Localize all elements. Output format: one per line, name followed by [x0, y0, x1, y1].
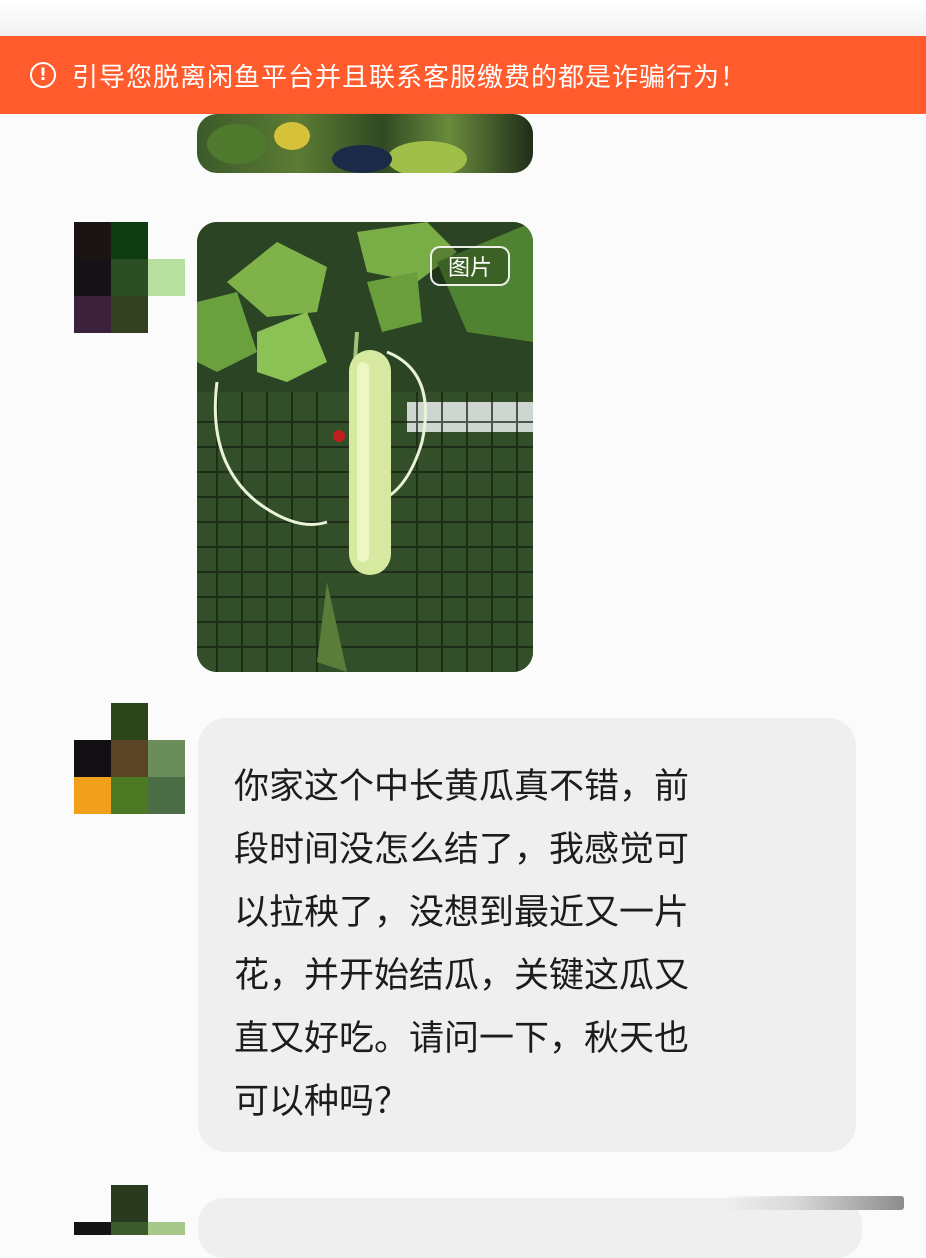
previous-image-message[interactable]	[197, 114, 533, 173]
fraud-warning-banner: ! 引导您脱离闲鱼平台并且联系客服缴费的都是诈骗行为！	[0, 36, 926, 114]
avatar[interactable]	[74, 1185, 185, 1235]
cucumber-photo	[197, 222, 533, 672]
fraud-warning-text: 引导您脱离闲鱼平台并且联系客服缴费的都是诈骗行为！	[72, 62, 748, 93]
scrollbar[interactable]	[722, 1196, 904, 1210]
image-tag-badge: 图片	[430, 246, 510, 286]
plant-photo-partial	[207, 122, 467, 173]
alert-circle-icon: !	[30, 62, 56, 88]
top-strip	[0, 0, 926, 36]
message-text: 你家这个中长黄瓜真不错，前 段时间没怎么结了，我感觉可 以拉秧了，没想到最近又一…	[234, 767, 690, 1122]
text-message-bubble[interactable]: 你家这个中长黄瓜真不错，前 段时间没怎么结了，我感觉可 以拉秧了，没想到最近又一…	[198, 718, 856, 1152]
image-message-cucumber[interactable]	[197, 222, 533, 672]
avatar[interactable]	[74, 222, 185, 333]
avatar[interactable]	[74, 703, 185, 814]
